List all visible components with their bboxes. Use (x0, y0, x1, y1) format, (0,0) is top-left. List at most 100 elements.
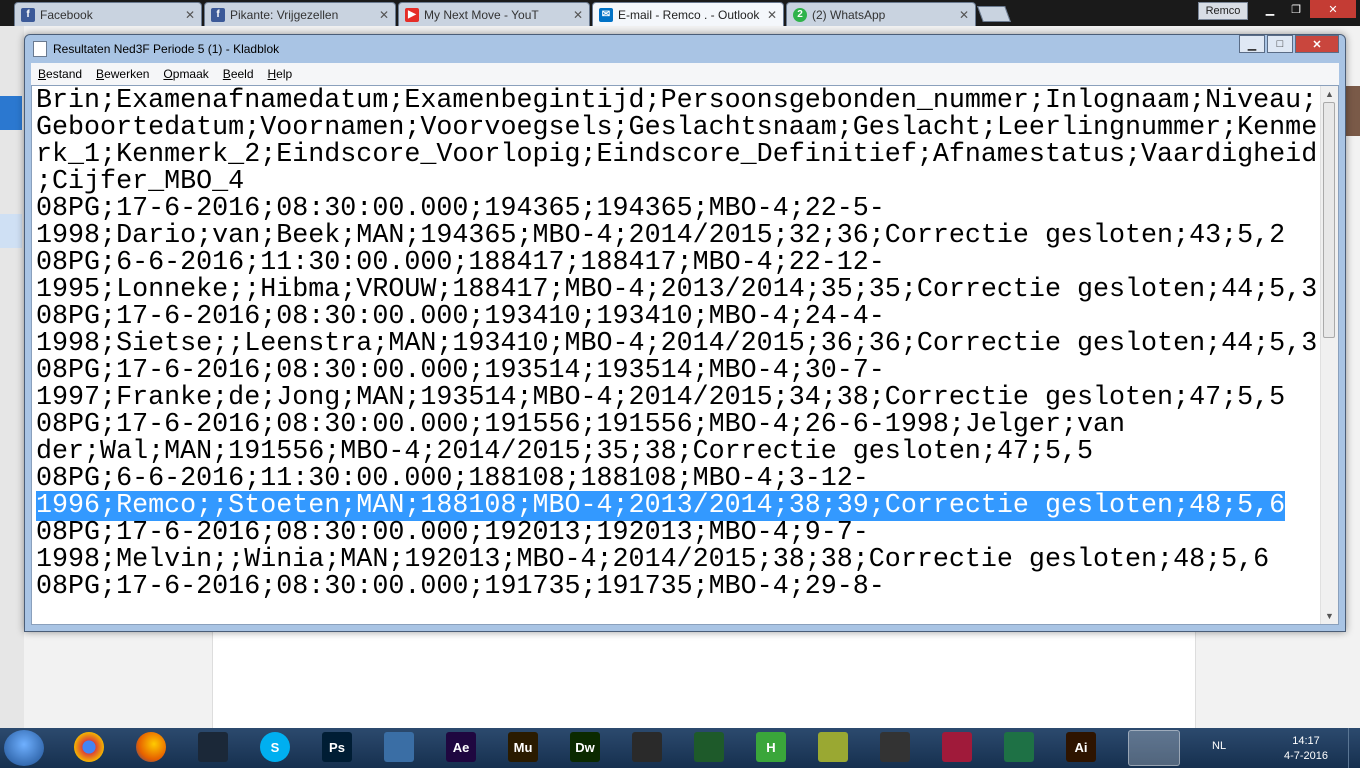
menu-bestand[interactable]: Bestand (38, 67, 82, 81)
text-line[interactable]: 08PG;6-6-2016;11:30:00.000;188108;188108… (36, 466, 1320, 493)
menu-opmaak[interactable]: Opmaak (163, 67, 208, 81)
text-line[interactable]: 08PG;17-6-2016;08:30:00.000;194365;19436… (36, 196, 1320, 223)
scrollbar-thumb[interactable] (1323, 102, 1335, 338)
taskbar-notepad-active[interactable] (1128, 730, 1180, 766)
text-line[interactable]: rk_1;Kenmerk_2;Eindscore_Voorlopig;Einds… (36, 142, 1320, 169)
notepad-titlebar: Resultaten Ned3F Periode 5 (1) - Kladblo… (33, 39, 279, 59)
text-line[interactable]: der;Wal;MAN;191556;MBO-4;2014/2015;35;38… (36, 439, 1320, 466)
taskbar-icon-label: Ai (1074, 739, 1088, 755)
menu-bar: Bestand Bewerken Opmaak Beeld Help (31, 63, 1339, 85)
taskbar-icon-label: Mu (513, 739, 533, 755)
minimize-icon[interactable]: ▁ (1239, 35, 1265, 53)
text-content[interactable]: Brin;Examenafnamedatum;Examenbegintijd;P… (36, 88, 1320, 601)
speedometer-icon[interactable] (880, 732, 910, 762)
profile-button[interactable]: Remco (1198, 2, 1248, 20)
taskbar-icon-label: H (766, 739, 776, 755)
tab-outlook[interactable]: ✉ E-mail - Remco . - Outlook ✕ (592, 2, 784, 26)
vertical-scrollbar[interactable]: ▲ ▼ (1320, 86, 1338, 624)
outlook-sidebar-selected[interactable] (0, 214, 22, 248)
new-tab-button[interactable] (977, 6, 1011, 22)
scroll-down-icon[interactable]: ▼ (1321, 608, 1338, 624)
text-line-content: Geboortedatum;Voornamen;Voorvoegsels;Ges… (36, 113, 1318, 143)
text-line[interactable]: 08PG;17-6-2016;08:30:00.000;191556;19155… (36, 412, 1320, 439)
game-icon[interactable] (942, 732, 972, 762)
text-editor[interactable]: Brin;Examenafnamedatum;Examenbegintijd;P… (31, 85, 1339, 625)
text-line[interactable]: 1995;Lonneke;;Hibma;VROUW;188417;MBO-4;2… (36, 277, 1320, 304)
text-line[interactable]: 08PG;6-6-2016;11:30:00.000;188417;188417… (36, 250, 1320, 277)
chrome-icon[interactable] (74, 732, 104, 762)
film-icon[interactable] (632, 732, 662, 762)
facebook-icon: f (21, 7, 35, 22)
text-line[interactable]: 1998;Sietse;;Leenstra;MAN;193410;MBO-4;2… (36, 331, 1320, 358)
text-line-content: 08PG;17-6-2016;08:30:00.000;191556;19155… (36, 410, 1126, 440)
menu-help[interactable]: Help (268, 67, 293, 81)
clock[interactable]: 14:17 4-7-2016 (1276, 734, 1336, 764)
text-line-content: der;Wal;MAN;191556;MBO-4;2014/2015;35;38… (36, 437, 1093, 467)
text-line[interactable]: Geboortedatum;Voornamen;Voorvoegsels;Ges… (36, 115, 1320, 142)
taskbar-icon-label: Ps (329, 739, 345, 755)
maximize-icon[interactable]: □ (1267, 35, 1293, 53)
text-line[interactable]: Brin;Examenafnamedatum;Examenbegintijd;P… (36, 88, 1320, 115)
tab-label: Pikante: Vrijgezellen (230, 7, 339, 22)
scroll-up-icon[interactable]: ▲ (1321, 86, 1338, 102)
text-line[interactable]: 08PG;17-6-2016;08:30:00.000;193514;19351… (36, 358, 1320, 385)
start-button[interactable] (4, 730, 44, 766)
hostname-icon[interactable]: H (756, 732, 786, 762)
close-icon[interactable]: ✕ (767, 8, 777, 22)
menu-beeld[interactable]: Beeld (223, 67, 254, 81)
tab-facebook[interactable]: f Facebook ✕ (14, 2, 202, 26)
close-icon[interactable]: ✕ (573, 8, 583, 22)
text-line[interactable]: 1998;Dario;van;Beek;MAN;194365;MBO-4;201… (36, 223, 1320, 250)
text-line-content: 08PG;17-6-2016;08:30:00.000;191735;19173… (36, 572, 885, 602)
show-desktop-button[interactable] (1348, 728, 1360, 768)
text-line-content: 1998;Melvin;;Winia;MAN;192013;MBO-4;2014… (36, 545, 1270, 575)
menu-bewerken[interactable]: Bewerken (96, 67, 149, 81)
skype-icon[interactable]: S (260, 732, 290, 762)
bank-icon[interactable] (694, 732, 724, 762)
text-line[interactable]: 1997;Franke;de;Jong;MAN;193514;MBO-4;201… (36, 385, 1320, 412)
firefox-icon[interactable] (136, 732, 166, 762)
photoshop-icon[interactable]: Ps (322, 732, 352, 762)
close-icon[interactable]: ✕ (1310, 0, 1356, 18)
tab-whatsapp[interactable]: 2 (2) WhatsApp ✕ (786, 2, 976, 26)
text-line[interactable]: 08PG;17-6-2016;08:30:00.000;191735;19173… (36, 574, 1320, 601)
window-controls: ▁ □ ✕ (1237, 35, 1339, 53)
facebook-icon: f (211, 7, 225, 22)
illustrator-icon[interactable]: Ai (1066, 732, 1096, 762)
text-line-content: 1995;Lonneke;;Hibma;VROUW;188417;MBO-4;2… (36, 275, 1318, 305)
excel-icon[interactable] (1004, 732, 1034, 762)
language-indicator[interactable]: NL (1212, 740, 1226, 752)
text-line-content: 08PG;17-6-2016;08:30:00.000;194365;19436… (36, 194, 885, 224)
muse-icon[interactable]: Mu (508, 732, 538, 762)
text-line[interactable]: 1998;Melvin;;Winia;MAN;192013;MBO-4;2014… (36, 547, 1320, 574)
mail-icon: ✉ (599, 7, 613, 22)
text-line[interactable]: ;Cijfer_MBO_4 (36, 169, 1320, 196)
avatar (1344, 86, 1360, 136)
close-icon[interactable]: ✕ (959, 8, 969, 22)
tab-pikante[interactable]: f Pikante: Vrijgezellen ✕ (204, 2, 396, 26)
youtube-icon: ▶ (405, 7, 419, 22)
taskbar-icon-label: Ae (452, 739, 470, 755)
restore-icon[interactable]: ❐ (1284, 0, 1308, 18)
tab-label: My Next Move - YouT (424, 7, 539, 22)
notepad-icon (33, 41, 47, 57)
notepad-plus-icon[interactable] (818, 732, 848, 762)
outlook-reading-pane (212, 630, 1196, 728)
text-line-content: 1998;Dario;van;Beek;MAN;194365;MBO-4;201… (36, 221, 1286, 251)
notepad-window: Resultaten Ned3F Periode 5 (1) - Kladblo… (24, 34, 1346, 632)
tab-youtube[interactable]: ▶ My Next Move - YouT ✕ (398, 2, 590, 26)
keyboard-icon[interactable] (384, 732, 414, 762)
steam-icon[interactable] (198, 732, 228, 762)
text-line[interactable]: 08PG;17-6-2016;08:30:00.000;192013;19201… (36, 520, 1320, 547)
browser-tabstrip: f Facebook ✕ f Pikante: Vrijgezellen ✕ ▶… (0, 0, 1360, 26)
close-icon[interactable]: ✕ (379, 8, 389, 22)
outlook-sidebar (0, 26, 24, 728)
text-line[interactable]: 08PG;17-6-2016;08:30:00.000;193410;19341… (36, 304, 1320, 331)
close-icon[interactable]: ✕ (185, 8, 195, 22)
after-effects-icon[interactable]: Ae (446, 732, 476, 762)
minimize-icon[interactable]: ▁ (1258, 0, 1282, 18)
dreamweaver-icon[interactable]: Dw (570, 732, 600, 762)
text-line-content: 08PG;17-6-2016;08:30:00.000;193514;19351… (36, 356, 885, 386)
selected-text-line[interactable]: 1996;Remco;;Stoeten;MAN;188108;MBO-4;201… (36, 491, 1320, 521)
close-icon[interactable]: ✕ (1295, 35, 1339, 53)
